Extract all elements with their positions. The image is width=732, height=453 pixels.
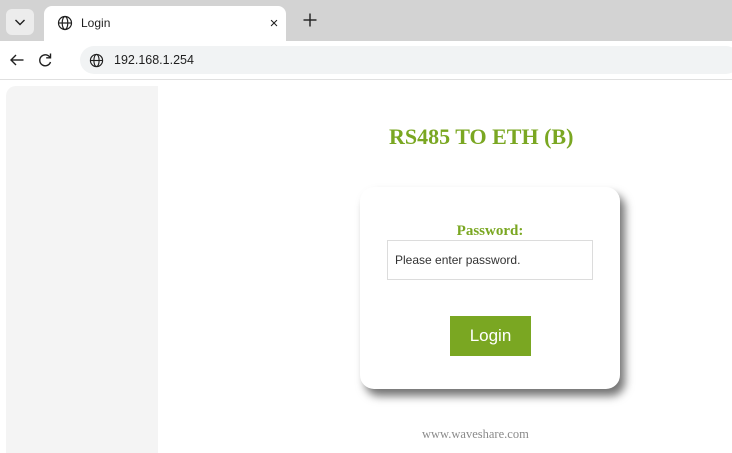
plus-icon [303, 13, 317, 27]
globe-icon[interactable] [89, 53, 104, 68]
url-text[interactable]: 192.168.1.254 [114, 53, 194, 67]
arrow-left-icon [10, 54, 24, 66]
address-bar[interactable]: 192.168.1.254 [80, 46, 732, 74]
tab-list-button[interactable] [6, 9, 34, 35]
page-title: RS485 TO ETH (B) [389, 124, 574, 149]
tab-strip: Login × [0, 0, 732, 41]
reload-button[interactable] [34, 49, 56, 71]
globe-icon [57, 15, 73, 31]
footer-text: www.waveshare.com [422, 427, 529, 441]
close-tab-button[interactable]: × [264, 12, 284, 34]
browser-toolbar: 192.168.1.254 [0, 41, 732, 80]
main-content: RS485 TO ETH (B) Password: Login www.wav… [158, 86, 732, 453]
chevron-down-icon [15, 19, 25, 26]
password-input[interactable] [387, 240, 593, 280]
reload-icon [39, 53, 52, 67]
new-tab-button[interactable] [296, 6, 324, 34]
tab-title: Login [81, 16, 111, 30]
password-label: Password: [456, 223, 524, 239]
browser-tab[interactable]: Login × [44, 6, 286, 41]
login-button[interactable]: Login [450, 316, 531, 356]
login-card: Password: Login [360, 187, 620, 389]
back-button[interactable] [6, 49, 28, 71]
page-viewport: RS485 TO ETH (B) Password: Login www.wav… [6, 86, 732, 453]
